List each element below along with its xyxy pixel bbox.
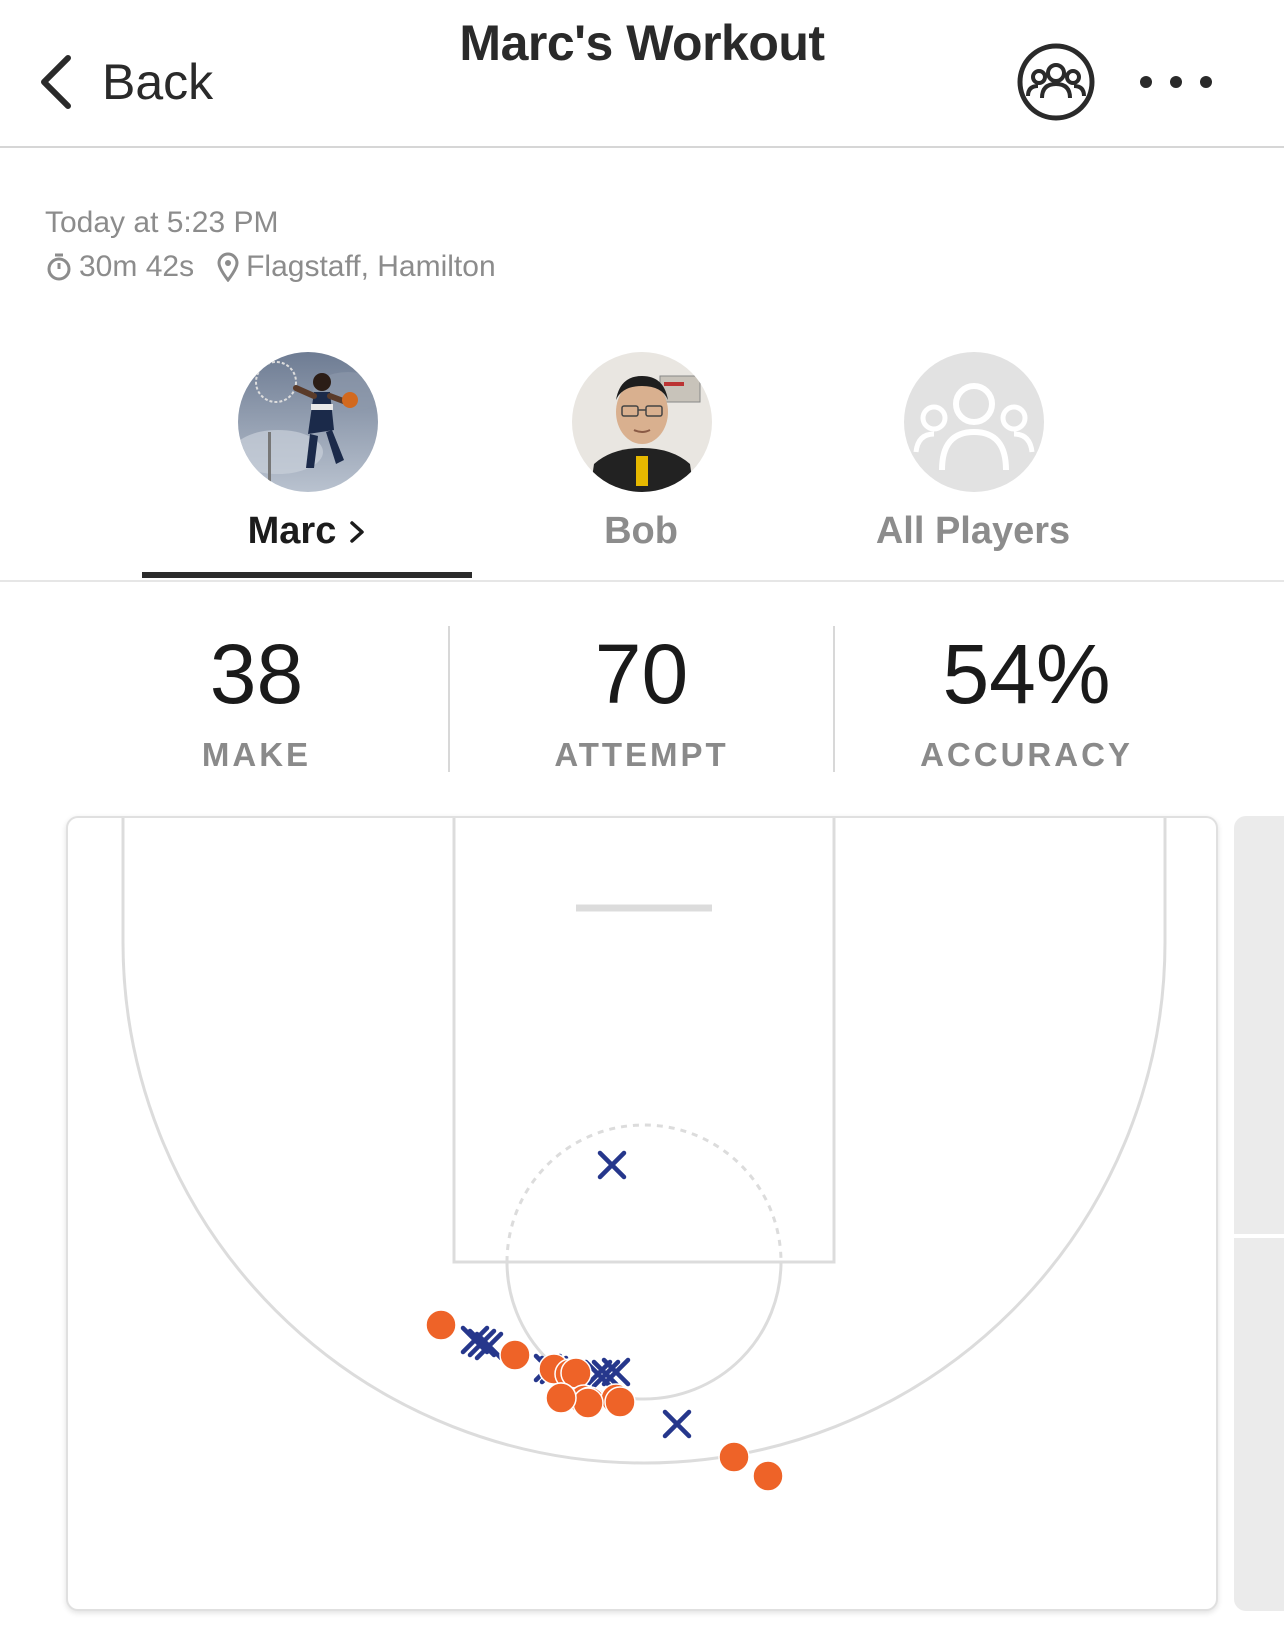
stat-accuracy: 54% ACCURACY <box>834 624 1219 774</box>
workout-duration: 30m 42s <box>79 250 195 283</box>
more-dot <box>1170 76 1182 88</box>
stat-label: ATTEMPT <box>554 736 729 773</box>
stat-label: MAKE <box>201 736 312 773</box>
player-tabs: Marc Bob All Players <box>0 350 1284 582</box>
active-tab-indicator <box>142 572 472 578</box>
tab-all-players[interactable]: All Players <box>808 350 1138 582</box>
stat-make: 38 MAKE <box>64 624 449 774</box>
workout-location: Flagstaff, Hamilton <box>246 250 496 283</box>
group-placeholder-icon <box>913 383 1035 471</box>
made-shot-dot <box>752 1460 784 1492</box>
player-photo-bob <box>572 352 712 492</box>
shot-stats: 38 MAKE 70 ATTEMPT 54% ACCURACY <box>0 600 1284 780</box>
stat-value: 38 <box>209 627 304 721</box>
stat-attempt: 70 ATTEMPT <box>449 624 834 774</box>
stopwatch-icon <box>47 253 71 281</box>
made-shot-dot <box>718 1441 750 1473</box>
shot-markers <box>425 1150 784 1492</box>
group-button[interactable] <box>1016 42 1096 122</box>
half-court-diagram <box>121 818 1167 1492</box>
tab-player-label: All Players <box>875 510 1071 552</box>
tab-player-bob[interactable]: Bob <box>476 350 806 582</box>
tab-player-label: Bob <box>604 510 678 552</box>
made-shot-dot <box>604 1386 636 1418</box>
made-shot-dot <box>572 1387 604 1419</box>
more-dot <box>1140 76 1152 88</box>
all-players-avatar <box>904 352 1044 492</box>
stat-value: 70 <box>594 627 689 721</box>
paint-area <box>452 818 836 1264</box>
free-throw-circle-top <box>505 1123 783 1263</box>
more-dot <box>1200 76 1212 88</box>
three-point-line <box>121 818 1167 1465</box>
top-bar: Back Marc's Workout <box>0 0 1284 148</box>
player-photo-marc <box>238 352 378 492</box>
stat-label: ACCURACY <box>920 736 1133 773</box>
stat-value: 54% <box>942 627 1111 721</box>
more-options-button[interactable] <box>1140 60 1212 104</box>
shot-chart-court[interactable] <box>66 816 1218 1611</box>
avatar <box>572 352 712 492</box>
tab-player-label: Marc <box>142 510 472 553</box>
workout-date: Today at 5:23 PM <box>45 206 279 239</box>
chevron-right-icon <box>350 521 365 543</box>
group-icon <box>1017 43 1095 121</box>
made-shot-dot <box>425 1309 457 1341</box>
made-shot-dot <box>545 1382 577 1414</box>
avatar <box>238 352 378 492</box>
next-chart-card[interactable] <box>1234 816 1284 1611</box>
tab-player-marc[interactable]: Marc <box>142 350 472 582</box>
next-card-divider <box>1234 1234 1284 1238</box>
workout-meta-row: 30m 42s Flagstaff, Hamilton <box>45 250 496 284</box>
missed-shot-x-icon <box>597 1150 627 1180</box>
made-shot-dot <box>499 1339 531 1371</box>
missed-shot-x-icon <box>662 1409 692 1439</box>
location-pin-icon <box>217 252 239 282</box>
